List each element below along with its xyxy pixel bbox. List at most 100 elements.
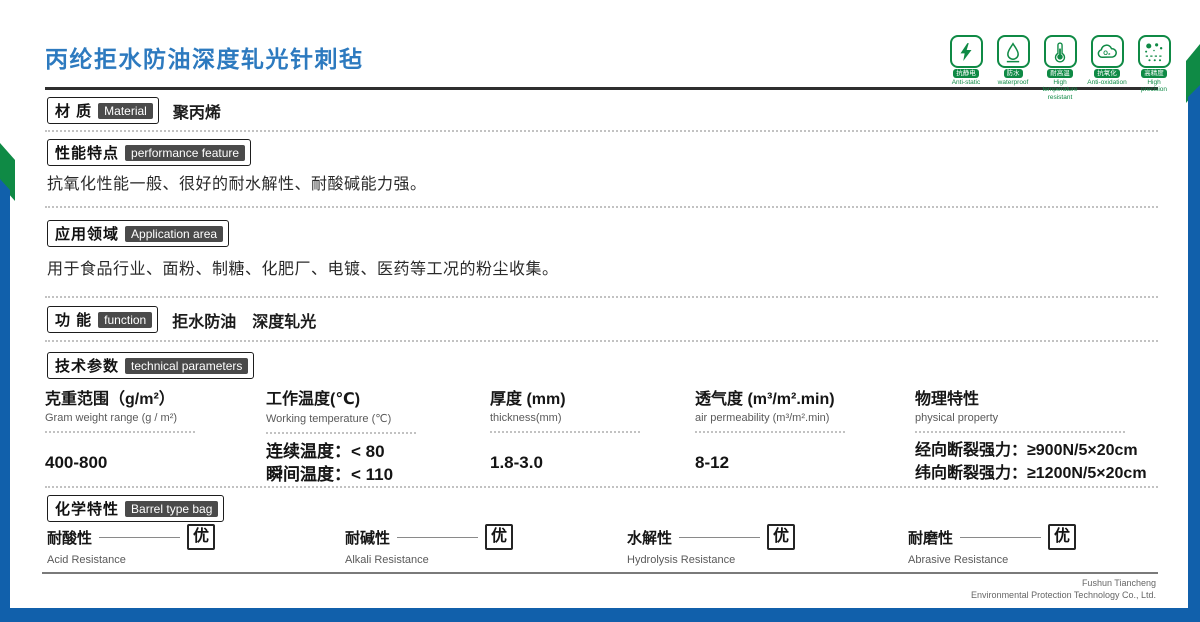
tech-value: 瞬间温度：< 110 <box>266 465 394 484</box>
tech-header-en: air permeability (m³/m².min) <box>695 412 830 424</box>
dotted-divider <box>45 130 1158 132</box>
application-label-en-badge: Application area <box>125 225 224 242</box>
dotted-underline <box>915 431 1125 433</box>
feature-high-precision: 高精度 High precision <box>1134 35 1174 101</box>
section-material: 材 质 Material 聚丙烯 <box>47 97 221 124</box>
svg-text:O₂: O₂ <box>1103 51 1111 57</box>
tech-value: 1.8-3.0 <box>490 452 543 472</box>
chem-rating-box: 优 <box>1047 524 1076 550</box>
feature-waterproof: 防水 waterproof <box>993 35 1033 101</box>
tech-value: 纬向断裂强力：≥1200N/5×20cm <box>915 465 1147 482</box>
dotted-underline <box>490 431 640 433</box>
function-label-en-badge: function <box>98 311 153 328</box>
chem-connector-line <box>397 536 478 538</box>
function-value: 拒水防油 深度轧光 <box>172 313 317 331</box>
icon-label-en: waterproof <box>997 79 1029 86</box>
dotted-divider <box>45 296 1158 298</box>
feature-anti-oxidation: O₂ 抗氧化 Anti-oxidation <box>1087 35 1127 101</box>
feature-high-temperature: 耐高温 High temperature resistant <box>1040 35 1080 101</box>
application-label-box: 应用领域 Application area <box>47 220 230 247</box>
tech-col-physical-property: 物理特性 physical property 经向断裂强力：≥900N/5×20… <box>915 385 1158 488</box>
application-text: 用于食品行业、面粉、制糖、化肥厂、电镀、医药等工况的粉尘收集。 <box>47 261 559 278</box>
icon-badge-zh: 耐高温 <box>1047 69 1073 78</box>
tech-col-thickness: 厚度 (mm) thickness(mm) 1.8-3.0 <box>490 385 695 488</box>
icon-label-en: Anti-static <box>951 79 981 86</box>
dotted-underline <box>266 432 416 434</box>
function-label-zh: 功 能 <box>55 312 93 329</box>
function-label-box: 功 能 function <box>47 306 159 333</box>
tech-header-en: thickness(mm) <box>490 412 562 424</box>
chem-name-zh: 水解性 <box>627 529 673 547</box>
chem-name-zh: 耐碱性 <box>345 529 391 547</box>
tech-header-zh: 工作温度(℃) <box>266 391 361 408</box>
performance-label-zh: 性能特点 <box>55 145 120 162</box>
performance-label-box: 性能特点 performance feature <box>47 139 252 166</box>
chem-name-zh: 耐酸性 <box>47 529 93 547</box>
technical-label-zh: 技术参数 <box>55 358 120 375</box>
tech-value: 400-800 <box>45 452 108 472</box>
section-function: 功 能 function 拒水防油 深度轧光 <box>47 306 316 333</box>
section-technical: 技术参数 technical parameters <box>47 352 255 379</box>
chem-rating-box: 优 <box>186 524 215 550</box>
tech-header-zh: 透气度 (m³/m².min) <box>695 391 835 408</box>
chemical-label-en-badge: Barrel type bag <box>125 500 219 517</box>
icon-label-en: High precision <box>1140 79 1167 94</box>
chem-item-abrasive: 耐磨性 优 Abrasive Resistance <box>908 524 1160 566</box>
material-value: 聚丙烯 <box>172 104 221 122</box>
chemical-label-zh: 化学特性 <box>55 501 120 518</box>
footer-company: Fushun Tiancheng Environmental Protectio… <box>971 577 1156 601</box>
chem-connector-line <box>99 536 180 538</box>
tech-params-grid: 克重范围（g/m²） Gram weight range (g / m²) 40… <box>45 385 1158 488</box>
icon-label-en: Anti-oxidation <box>1087 79 1127 86</box>
technical-label-en-badge: technical parameters <box>125 357 249 374</box>
high-precision-icon <box>1137 35 1171 68</box>
chem-rating-box: 优 <box>484 524 513 550</box>
tech-col-air-permeability: 透气度 (m³/m².min) air permeability (m³/m².… <box>695 385 915 488</box>
chem-item-alkali: 耐碱性 优 Alkali Resistance <box>345 524 627 566</box>
chem-item-hydrolysis: 水解性 优 Hydrolysis Resistance <box>627 524 908 566</box>
footer-company-line1: Fushun Tiancheng <box>1081 578 1156 588</box>
feature-icon-strip: 抗静电 Anti-static 防水 waterproof 耐高温 High t… <box>946 35 1174 101</box>
chem-connector-line <box>960 536 1041 538</box>
chem-rating-box: 优 <box>766 524 795 550</box>
waterproof-icon <box>996 35 1030 68</box>
technical-label-box: 技术参数 technical parameters <box>47 352 255 379</box>
chemical-label-box: 化学特性 Barrel type bag <box>47 495 225 522</box>
dotted-divider <box>45 340 1158 342</box>
dotted-divider <box>45 486 1158 488</box>
chem-item-acid: 耐酸性 优 Acid Resistance <box>47 524 345 566</box>
tech-value: 经向断裂强力：≥900N/5×20cm <box>915 442 1138 459</box>
tech-value: 8-12 <box>695 452 730 472</box>
icon-badge-zh: 抗静电 <box>953 69 979 78</box>
chem-name-en: Acid Resistance <box>47 554 126 566</box>
tech-value: 连续温度：< 80 <box>266 442 385 461</box>
tech-header-zh: 物理特性 <box>915 391 980 408</box>
performance-label-en-badge: performance feature <box>125 144 246 161</box>
section-application: 应用领域 Application area <box>47 220 230 247</box>
chem-name-en: Hydrolysis Resistance <box>627 554 736 566</box>
chemical-properties-grid: 耐酸性 优 Acid Resistance 耐碱性 优 Alkali Resis… <box>47 524 1160 566</box>
footer-company-line2: Environmental Protection Technology Co.,… <box>971 590 1156 601</box>
tech-col-gram-weight: 克重范围（g/m²） Gram weight range (g / m²) 40… <box>45 385 266 488</box>
material-label-en-badge: Material <box>98 102 153 119</box>
dotted-underline <box>45 431 195 433</box>
icon-badge-zh: 高精度 <box>1141 69 1167 78</box>
tech-col-working-temperature: 工作温度(℃) Working temperature (℃) 连续温度：< 8… <box>266 385 490 488</box>
product-spec-page: 丙纶拒水防油深度轧光针刺毡 抗静电 Anti-static 防水 waterpr… <box>0 0 1200 622</box>
tech-header-en: Gram weight range (g / m²) <box>45 412 178 424</box>
footer-divider <box>42 572 1158 574</box>
page-title: 丙纶拒水防油深度轧光针刺毡 <box>45 46 364 72</box>
feature-anti-static: 抗静电 Anti-static <box>946 35 986 101</box>
dotted-divider <box>45 206 1158 208</box>
chem-connector-line <box>679 536 760 538</box>
icon-badge-zh: 抗氧化 <box>1094 69 1120 78</box>
application-label-zh: 应用领域 <box>55 226 120 243</box>
tech-header-zh: 厚度 (mm) <box>490 391 566 408</box>
chem-name-zh: 耐磨性 <box>908 529 954 547</box>
dotted-underline <box>695 431 845 433</box>
chem-name-en: Alkali Resistance <box>345 554 429 566</box>
anti-static-icon <box>949 35 983 68</box>
performance-text: 抗氧化性能一般、很好的耐水解性、耐酸碱能力强。 <box>47 176 427 193</box>
tech-header-en: physical property <box>915 412 999 424</box>
icon-badge-zh: 防水 <box>1003 69 1023 78</box>
